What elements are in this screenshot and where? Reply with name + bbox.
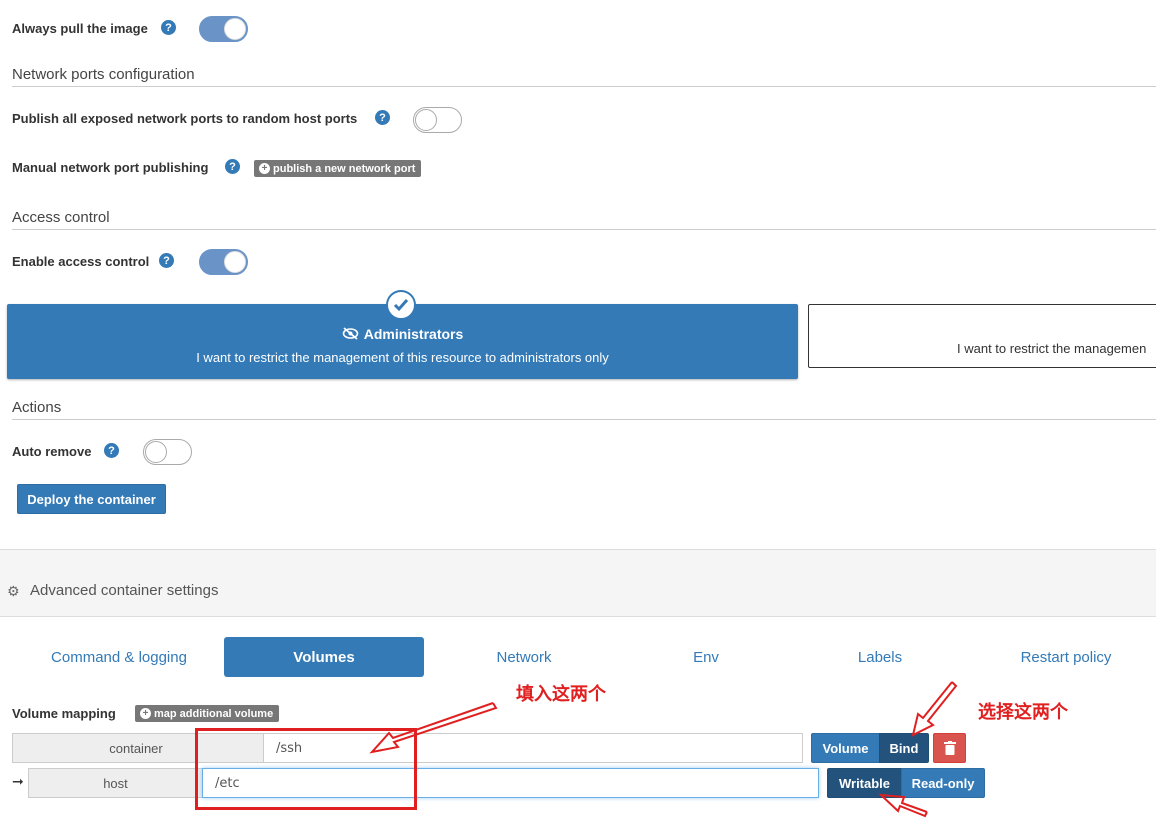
annotation-arrow-left [369,702,498,754]
annotation-arrow-bind [911,681,958,737]
annotation-arrows [369,681,958,818]
annotation-arrow-writable [878,793,928,818]
